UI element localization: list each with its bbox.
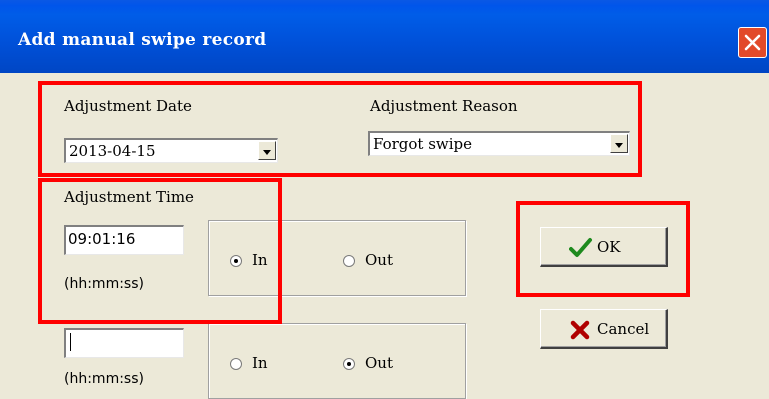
cancel-button[interactable]: Cancel xyxy=(540,309,668,349)
title-bar[interactable]: Add manual swipe record xyxy=(0,0,769,73)
radio-selected-dot xyxy=(347,362,351,366)
radio-in-2-label[interactable]: In xyxy=(252,354,268,372)
radio-out-2[interactable] xyxy=(343,358,355,370)
time-input-2[interactable] xyxy=(64,328,184,358)
close-button[interactable] xyxy=(738,27,767,58)
highlight-box-time xyxy=(38,178,282,324)
radio-in-2[interactable] xyxy=(230,358,242,370)
time-format-hint-2: (hh:mm:ss) xyxy=(64,371,144,387)
dialog-body: Adjustment Date 2013-04-15 Adjustment Re… xyxy=(0,73,769,399)
highlight-box-ok xyxy=(516,201,690,297)
cancel-button-label: Cancel xyxy=(597,320,650,338)
in-out-group-2: In Out xyxy=(208,323,466,399)
radio-out-1-label[interactable]: Out xyxy=(365,251,393,269)
radio-out-2-label[interactable]: Out xyxy=(365,354,393,372)
text-caret xyxy=(70,333,71,351)
radio-out-1[interactable] xyxy=(343,255,355,267)
window-title: Add manual swipe record xyxy=(18,30,267,50)
x-icon xyxy=(570,320,590,340)
close-icon xyxy=(744,34,761,51)
highlight-box-date-reason xyxy=(38,81,642,177)
